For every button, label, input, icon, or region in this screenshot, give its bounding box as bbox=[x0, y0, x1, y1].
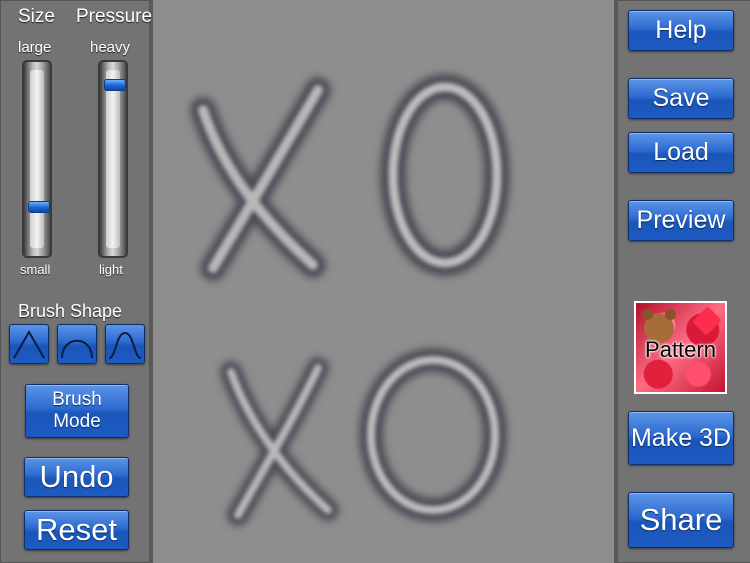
pressure-title: Pressure bbox=[76, 6, 153, 27]
relief-drawing bbox=[190, 74, 510, 526]
left-toolbar: Size Pressure large heavy small light Br… bbox=[0, 0, 153, 563]
preview-button[interactable]: Preview bbox=[628, 200, 734, 241]
size-title: Size bbox=[18, 6, 55, 27]
brush-shape-bell-button[interactable] bbox=[105, 324, 145, 364]
brush-mode-label-line2: Mode bbox=[53, 411, 101, 432]
share-button[interactable]: Share bbox=[628, 492, 734, 548]
undo-button[interactable]: Undo bbox=[24, 457, 129, 497]
round-shape-icon bbox=[61, 339, 93, 359]
brush-mode-label-line1: Brush bbox=[52, 389, 102, 410]
save-button[interactable]: Save bbox=[628, 78, 734, 119]
load-button[interactable]: Load bbox=[628, 132, 734, 173]
pattern-button[interactable]: Pattern bbox=[634, 301, 727, 394]
stroke-o-top bbox=[380, 74, 510, 276]
stroke-x-top bbox=[190, 77, 331, 281]
brush-shape-triangle-button[interactable] bbox=[9, 324, 49, 364]
pressure-slider-thumb[interactable] bbox=[104, 79, 126, 92]
brush-shape-round-button[interactable] bbox=[57, 324, 97, 364]
stroke-o-bottom bbox=[359, 348, 507, 522]
brush-mode-button[interactable]: Brush Mode bbox=[25, 384, 129, 438]
heart-icon bbox=[692, 306, 722, 336]
bell-shape-icon bbox=[108, 331, 142, 359]
reset-button[interactable]: Reset bbox=[24, 510, 129, 550]
brush-shape-title: Brush Shape bbox=[18, 301, 123, 321]
size-slider[interactable] bbox=[22, 60, 52, 258]
triangle-shape-icon bbox=[13, 329, 45, 359]
size-top-label: large bbox=[18, 39, 52, 56]
stroke-x-bottom bbox=[220, 357, 339, 526]
help-button[interactable]: Help bbox=[628, 10, 734, 51]
size-slider-thumb[interactable] bbox=[28, 201, 50, 214]
pattern-label: Pattern bbox=[645, 337, 716, 362]
drawing-canvas[interactable] bbox=[153, 0, 614, 563]
pressure-bottom-label: light bbox=[99, 262, 123, 277]
pressure-slider[interactable] bbox=[98, 60, 128, 258]
size-bottom-label: small bbox=[20, 262, 51, 277]
make-3d-button[interactable]: Make 3D bbox=[628, 411, 734, 465]
pressure-top-label: heavy bbox=[90, 39, 131, 56]
